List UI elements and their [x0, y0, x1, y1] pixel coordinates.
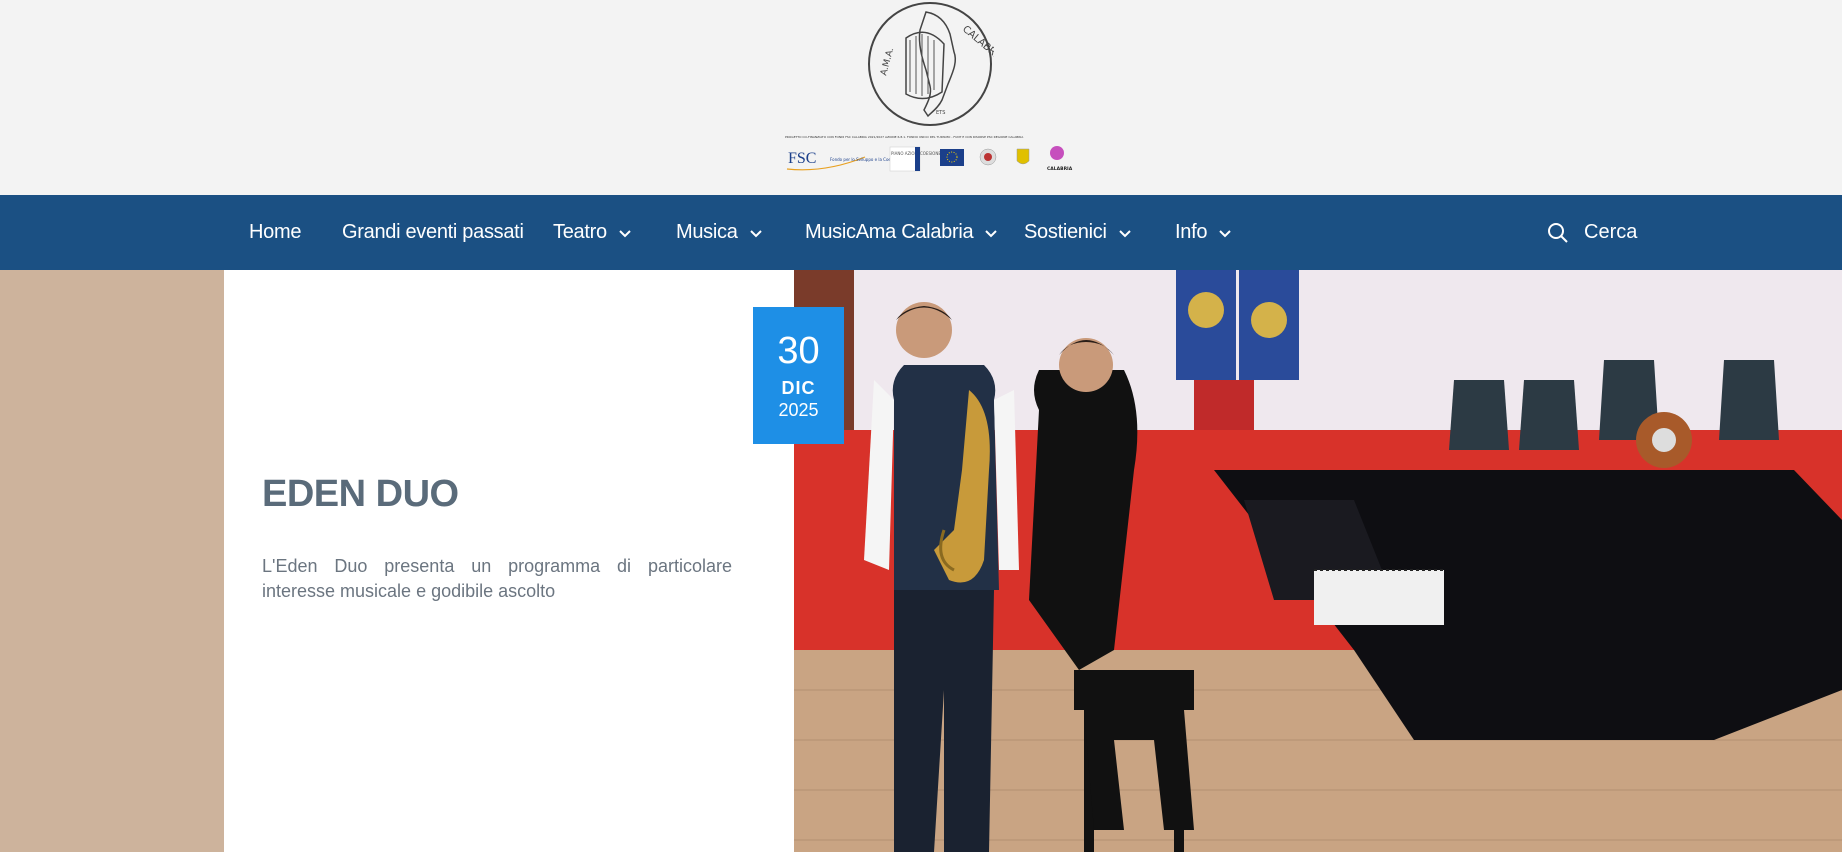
- nav-home-label: Home: [249, 221, 302, 243]
- nav-teatro-label: Teatro: [553, 221, 607, 243]
- nav-teatro[interactable]: Teatro: [553, 195, 633, 270]
- search-label: Cerca: [1584, 221, 1638, 243]
- nav-musica-label: Musica: [676, 221, 738, 243]
- nav-grandi-eventi-passati[interactable]: Grandi eventi passati: [342, 195, 524, 270]
- chevron-down-icon: [1219, 229, 1231, 237]
- nav-musica[interactable]: Musica: [676, 195, 764, 270]
- logo-text-left: A.M.A.: [879, 47, 896, 77]
- nav-grandi-eventi-label: Grandi eventi passati: [342, 221, 524, 243]
- nav-home[interactable]: Home: [249, 195, 301, 270]
- fsc-logo-text: FSC: [788, 150, 816, 167]
- search-button[interactable]: Cerca: [1546, 195, 1637, 270]
- nav-sostienici-label: Sostienici: [1024, 221, 1107, 243]
- sponsor-logos-strip: PROGETTO CO-FINANZIATO CON FONDI FSC CAL…: [785, 135, 1075, 173]
- main-navbar: Home Grandi eventi passati Teatro Musica…: [0, 195, 1842, 270]
- ama-calabria-logo[interactable]: CALABRIA A.M.A. ETS: [866, 0, 994, 128]
- event-date-year: 2025: [778, 400, 819, 420]
- chevron-down-icon: [1118, 229, 1131, 237]
- hero-event-section: 30 DIC 2025 EDEN DUO L'Eden Duo presenta…: [0, 270, 1842, 852]
- nav-info[interactable]: Info: [1175, 195, 1233, 270]
- event-date-day: 30: [777, 330, 820, 372]
- chevron-down-icon: [749, 229, 762, 237]
- search-icon: [1548, 222, 1568, 243]
- event-photo[interactable]: [794, 270, 1842, 852]
- event-date-badge: 30 DIC 2025: [753, 307, 844, 444]
- site-header: CALABRIA A.M.A. ETS PROGETTO CO-FINANZIA…: [0, 0, 1842, 195]
- event-title[interactable]: EDEN DUO: [262, 473, 459, 516]
- event-description: L'Eden Duo presenta un programma di part…: [262, 556, 732, 601]
- event-photo-image: [794, 270, 1842, 852]
- calabria-logo-text: CALABRIA: [1047, 166, 1073, 172]
- sponsor-logos: FSC Fondo per lo Sviluppo e la Coesione …: [786, 146, 1073, 172]
- nav-sostienici[interactable]: Sostienici: [1024, 195, 1133, 270]
- logo-text-top: CALABRIA: [960, 24, 994, 65]
- hero-left-panel: [0, 270, 224, 852]
- logo-text-bottom: ETS: [936, 110, 945, 116]
- nav-info-label: Info: [1175, 221, 1208, 243]
- chevron-down-icon: [985, 229, 998, 237]
- chevron-down-icon: [619, 229, 631, 237]
- nav-musicama-calabria[interactable]: MusicAma Calabria: [805, 195, 999, 270]
- event-date-month: DIC: [781, 378, 816, 398]
- nav-musicama-label: MusicAma Calabria: [805, 221, 974, 243]
